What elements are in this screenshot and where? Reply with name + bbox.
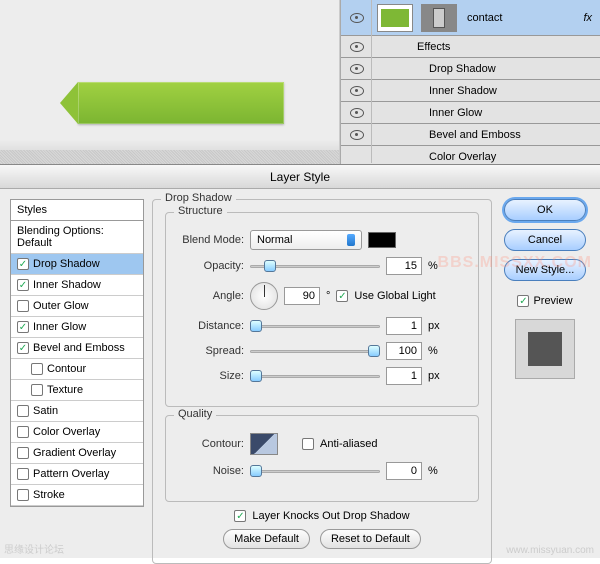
eye-icon[interactable] xyxy=(350,86,364,96)
visibility-toggle[interactable] xyxy=(341,13,373,23)
blend-mode-select[interactable]: Normal xyxy=(250,230,362,250)
style-item[interactable]: Satin xyxy=(11,401,143,422)
canvas-area xyxy=(0,0,340,164)
angle-input[interactable]: 90 xyxy=(284,287,320,305)
style-item[interactable]: Color Overlay xyxy=(11,422,143,443)
layer-thumbnail[interactable] xyxy=(377,4,413,32)
styles-column: Styles Blending Options: Default Drop Sh… xyxy=(10,199,144,548)
ok-button[interactable]: OK xyxy=(504,199,586,221)
cancel-button[interactable]: Cancel xyxy=(504,229,586,251)
layer-row-contact[interactable]: contact fx xyxy=(341,0,600,36)
distance-input[interactable]: 1 xyxy=(386,317,422,335)
color-swatch[interactable] xyxy=(368,232,396,248)
style-item[interactable]: Gradient Overlay xyxy=(11,443,143,464)
style-checkbox[interactable] xyxy=(17,342,29,354)
make-default-button[interactable]: Make Default xyxy=(223,529,310,549)
style-checkbox[interactable] xyxy=(17,447,29,459)
eye-icon[interactable] xyxy=(350,64,364,74)
effects-header[interactable]: Effects xyxy=(341,36,600,58)
style-checkbox[interactable] xyxy=(17,468,29,480)
eye-icon[interactable] xyxy=(350,42,364,52)
reset-default-button[interactable]: Reset to Default xyxy=(320,529,421,549)
spread-input[interactable]: 100 xyxy=(386,342,422,360)
angle-dial[interactable] xyxy=(250,282,278,310)
styles-header[interactable]: Styles xyxy=(10,199,144,220)
contour-picker[interactable] xyxy=(250,433,278,455)
size-slider[interactable] xyxy=(250,369,380,383)
dialog-title: Layer Style xyxy=(0,165,600,189)
style-item[interactable]: Inner Glow xyxy=(11,317,143,338)
settings-column: Drop Shadow Structure Blend Mode: Normal… xyxy=(152,199,492,548)
watermark-left: 思缘设计论坛 xyxy=(4,541,64,556)
effect-row[interactable]: Bevel and Emboss xyxy=(341,124,600,146)
style-checkbox[interactable] xyxy=(17,489,29,501)
preview-checkbox[interactable] xyxy=(517,295,529,307)
right-column: OK Cancel New Style... Preview xyxy=(500,199,590,548)
ribbon-shape xyxy=(78,82,284,124)
preview-swatch xyxy=(515,319,575,379)
style-item[interactable]: Texture xyxy=(11,380,143,401)
style-item[interactable]: Drop Shadow xyxy=(11,254,143,275)
anti-aliased-checkbox[interactable] xyxy=(302,438,314,450)
eye-icon[interactable] xyxy=(350,108,364,118)
fx-badge[interactable]: fx xyxy=(583,12,600,24)
style-item[interactable]: Contour xyxy=(11,359,143,380)
style-item[interactable]: Inner Shadow xyxy=(11,275,143,296)
style-checkbox[interactable] xyxy=(17,321,29,333)
style-checkbox[interactable] xyxy=(17,300,29,312)
knockout-checkbox[interactable] xyxy=(234,510,246,522)
style-checkbox[interactable] xyxy=(31,363,43,375)
style-item[interactable]: Pattern Overlay xyxy=(11,464,143,485)
layer-mask-thumbnail[interactable] xyxy=(421,4,457,32)
style-checkbox[interactable] xyxy=(31,384,43,396)
blending-options[interactable]: Blending Options: Default xyxy=(11,221,143,254)
quality-fieldset: Quality Contour: Anti-aliased Noise: 0 % xyxy=(165,415,479,502)
style-item[interactable]: Stroke xyxy=(11,485,143,506)
opacity-input[interactable]: 15 xyxy=(386,257,422,275)
eye-icon xyxy=(350,13,364,23)
effect-row[interactable]: Drop Shadow xyxy=(341,58,600,80)
watermark-cn: BBS.MISSXX.COM xyxy=(438,254,592,272)
style-checkbox[interactable] xyxy=(17,405,29,417)
size-input[interactable]: 1 xyxy=(386,367,422,385)
structure-fieldset: Structure Blend Mode: Normal Opacity: 15… xyxy=(165,212,479,407)
effect-row[interactable]: Inner Glow xyxy=(341,102,600,124)
opacity-slider[interactable] xyxy=(250,259,380,273)
style-checkbox[interactable] xyxy=(17,426,29,438)
styles-list: Blending Options: Default Drop ShadowInn… xyxy=(10,220,144,507)
noise-slider[interactable] xyxy=(250,464,380,478)
eye-icon[interactable] xyxy=(350,130,364,140)
noise-input[interactable]: 0 xyxy=(386,462,422,480)
layers-panel: contact fx Effects Drop ShadowInner Shad… xyxy=(340,0,600,164)
layer-name[interactable]: contact xyxy=(461,12,583,24)
watermark: www.missyuan.com xyxy=(506,545,594,556)
layer-style-dialog: Layer Style Styles Blending Options: Def… xyxy=(0,164,600,558)
effect-row[interactable]: Inner Shadow xyxy=(341,80,600,102)
style-item[interactable]: Bevel and Emboss xyxy=(11,338,143,359)
spread-slider[interactable] xyxy=(250,344,380,358)
style-checkbox[interactable] xyxy=(17,258,29,270)
style-checkbox[interactable] xyxy=(17,279,29,291)
global-light-checkbox[interactable] xyxy=(336,290,348,302)
distance-slider[interactable] xyxy=(250,319,380,333)
style-item[interactable]: Outer Glow xyxy=(11,296,143,317)
